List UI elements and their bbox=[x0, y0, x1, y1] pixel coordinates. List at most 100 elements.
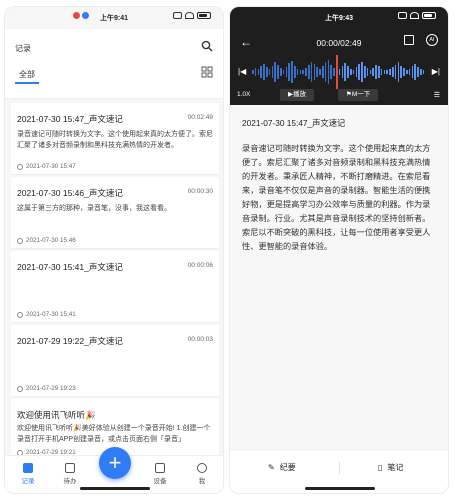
waveform-bar bbox=[333, 68, 335, 76]
notes-button[interactable]: ▯ 笔记 bbox=[378, 462, 403, 473]
menu-list-icon[interactable]: ☰ bbox=[434, 91, 440, 99]
player-panel: 上午9:43 ← 00:00/02:49 AI |◀ ▶| 1.0X ▶播放 ⚑… bbox=[230, 7, 448, 105]
status-bar: 上午9:43 bbox=[230, 7, 448, 27]
record-duration: 00:00:03 bbox=[187, 336, 213, 343]
waveform-bar bbox=[252, 69, 254, 75]
waveform[interactable] bbox=[252, 60, 428, 84]
list-item[interactable]: 2021-07-30 15:47_声文速记 00:02:49 录音速记可随时转换… bbox=[11, 103, 219, 175]
record-date: 2021-07-30 15:46 bbox=[17, 237, 76, 244]
playback-time: 00:00/02:49 bbox=[316, 38, 362, 48]
record-title: 欢迎使用讯飞听听🎉 bbox=[17, 410, 96, 420]
waveform-bar bbox=[366, 68, 369, 76]
waveform-bar bbox=[257, 68, 260, 76]
waveform-bar bbox=[344, 63, 346, 81]
waveform-bar bbox=[394, 64, 397, 80]
status-bar: 上午9:41 bbox=[5, 7, 223, 27]
record-preview: 录音速记可随时转换为文字。这个使用起来真的太方便了。索尼汇聚了诸多对音频录制和黑… bbox=[17, 131, 213, 149]
waveform-bar bbox=[352, 69, 355, 75]
playhead[interactable] bbox=[336, 55, 338, 89]
tab-all[interactable]: 全部 bbox=[19, 69, 35, 80]
nav-device[interactable]: 设备 bbox=[145, 463, 175, 485]
summary-button[interactable]: ✎ 纪要 bbox=[268, 462, 296, 473]
record-title: 2021-07-30 15:47_声文速记 bbox=[242, 118, 346, 128]
waveform-bar bbox=[274, 62, 276, 82]
ai-icon[interactable]: AI bbox=[426, 34, 438, 46]
waveform-bar bbox=[338, 68, 341, 76]
waveform-bar bbox=[414, 64, 416, 80]
clock-icon bbox=[17, 163, 23, 170]
note-icon: ▯ bbox=[378, 463, 383, 472]
list-item[interactable]: 2021-07-29 19:22_声文速记 00:00:03 2021-07-2… bbox=[11, 325, 219, 397]
waveform-bar bbox=[350, 68, 352, 76]
system-icons bbox=[398, 12, 436, 19]
record-date: 2021-07-30 15:41 bbox=[17, 311, 76, 318]
nav-profile[interactable]: 我 bbox=[187, 463, 217, 485]
waveform-bar bbox=[358, 64, 360, 80]
waveform-bar bbox=[291, 60, 293, 84]
pen-icon: ✎ bbox=[268, 463, 275, 472]
waveform-bar bbox=[305, 68, 307, 76]
tab-indicator bbox=[15, 82, 39, 84]
search-icon[interactable] bbox=[201, 40, 213, 52]
skip-next-icon[interactable]: ▶| bbox=[432, 67, 440, 76]
waveform-bar bbox=[268, 68, 271, 76]
waveform-bar bbox=[260, 66, 262, 78]
notification-icons bbox=[73, 12, 89, 19]
page-title: 记录 bbox=[15, 44, 31, 53]
speed-button[interactable]: 1.0X bbox=[237, 91, 250, 98]
waveform-bar bbox=[308, 64, 310, 80]
record-list-screen: 上午9:41 记录 全部 2021-07-30 15:47_声文速记 00:02… bbox=[4, 6, 224, 494]
record-title: 2021-07-29 19:22_声文速记 bbox=[17, 336, 123, 346]
share-icon[interactable] bbox=[404, 35, 414, 45]
waveform-bar bbox=[378, 66, 380, 78]
record-duration: 00:00:06 bbox=[187, 262, 213, 269]
waveform-bar bbox=[263, 64, 265, 80]
waveform-bar bbox=[403, 68, 405, 76]
profile-icon bbox=[197, 463, 207, 473]
home-indicator bbox=[305, 487, 375, 490]
nav-todo[interactable]: 待办 bbox=[55, 463, 85, 485]
waveform-bar bbox=[324, 62, 327, 82]
skip-previous-icon[interactable]: |◀ bbox=[238, 67, 246, 76]
waveform-bar bbox=[417, 67, 419, 77]
waveform-bar bbox=[266, 67, 268, 77]
waveform-bar bbox=[386, 70, 388, 74]
list-header: 记录 全部 bbox=[5, 29, 223, 99]
record-date: 2021-07-30 15:47 bbox=[17, 163, 76, 170]
records-icon bbox=[23, 463, 33, 473]
play-button[interactable]: ▶播放 bbox=[280, 89, 314, 101]
waveform-bar bbox=[327, 60, 330, 84]
record-duration: 00:02:49 bbox=[187, 114, 213, 121]
waveform-bar bbox=[282, 69, 285, 75]
waveform-bar bbox=[277, 64, 279, 80]
waveform-bar bbox=[285, 67, 288, 77]
nav-records[interactable]: 记录 bbox=[13, 463, 43, 485]
waveform-bar bbox=[330, 64, 332, 80]
waveform-bar bbox=[288, 63, 290, 81]
signal-icon bbox=[398, 12, 407, 19]
device-icon bbox=[155, 463, 165, 473]
record-title: 2021-07-30 15:46_声文速记 bbox=[17, 188, 123, 198]
list-item[interactable]: 2021-07-30 15:41_声文速记 00:00:06 2021-07-3… bbox=[11, 251, 219, 323]
record-duration: 00:00:30 bbox=[187, 188, 213, 195]
clock-icon bbox=[17, 311, 23, 318]
waveform-bar bbox=[392, 67, 394, 77]
waveform-bar bbox=[271, 65, 274, 79]
system-icons bbox=[173, 12, 211, 19]
waveform-bar bbox=[294, 65, 296, 79]
waveform-bar bbox=[361, 61, 363, 83]
waveform-bar bbox=[299, 70, 302, 74]
list-item[interactable]: 2021-07-30 15:46_声文速记 00:00:30 这属于第三方的那种… bbox=[11, 177, 219, 249]
notification-icon bbox=[73, 12, 80, 19]
add-record-button[interactable]: + bbox=[99, 447, 131, 479]
waveform-bar bbox=[422, 70, 425, 74]
clock-icon bbox=[17, 237, 23, 244]
transcript-text[interactable]: 录音速记可随时转换为文字。这个使用起来真的太方便了。索尼汇聚了诸多对音频录制和黑… bbox=[242, 142, 438, 254]
waveform-bar bbox=[420, 68, 422, 76]
waveform-bar bbox=[408, 68, 411, 76]
mark-button[interactable]: ⚑M一下 bbox=[338, 89, 379, 101]
waveform-bar bbox=[316, 67, 318, 77]
waveform-bar bbox=[411, 66, 414, 78]
grid-view-icon[interactable] bbox=[201, 66, 213, 78]
waveform-bar bbox=[319, 68, 321, 76]
